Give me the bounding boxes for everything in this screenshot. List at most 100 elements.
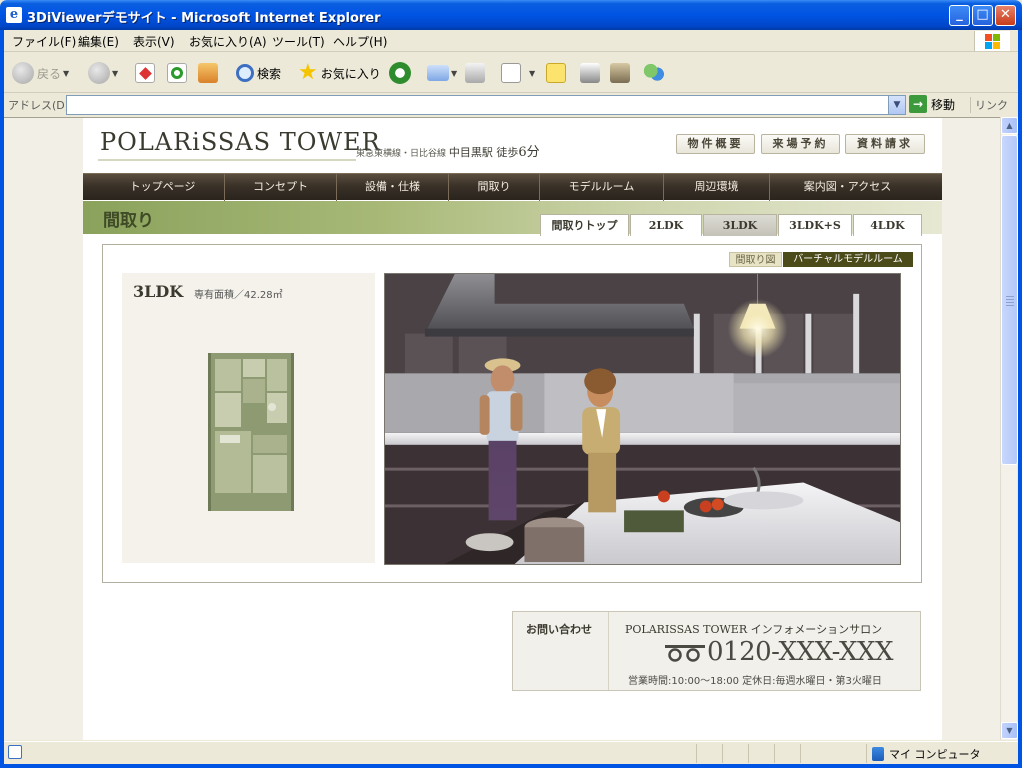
my-computer-icon — [872, 747, 884, 761]
tab-plan-top[interactable]: 間取りトップ — [540, 214, 629, 236]
forward-dropdown-icon[interactable]: ▼ — [112, 69, 118, 78]
menu-tools[interactable]: ツール(T) — [272, 33, 325, 50]
floorplan-tabs: 間取りトップ 2LDK 3LDK 3LDK+S 4LDK — [540, 214, 923, 236]
status-cell-4 — [774, 744, 800, 763]
mail-icon — [427, 65, 449, 81]
access-minutes: 6分 — [518, 145, 540, 160]
search-button[interactable]: 検索 — [236, 61, 281, 85]
minimize-button[interactable]: _ — [949, 5, 970, 26]
go-button[interactable]: → 移動 — [909, 95, 955, 113]
discuss-button[interactable] — [546, 61, 566, 85]
security-zone[interactable]: マイ コンピュータ — [872, 746, 981, 762]
nav-equipment[interactable]: 設備・仕様 — [336, 174, 448, 201]
scroll-up-icon[interactable]: ▲ — [1001, 117, 1018, 134]
contact-name: POLARISSAS TOWER インフォメーションサロン — [625, 623, 883, 636]
search-label: 検索 — [257, 66, 282, 81]
nav-surroundings[interactable]: 周辺環境 — [663, 174, 769, 201]
tab-3ldk[interactable]: 3LDK — [703, 214, 777, 236]
request-materials-button[interactable]: 資料請求 — [845, 134, 925, 154]
nav-access-map[interactable]: 案内図・アクセス — [769, 174, 925, 201]
tab-3ldk-s[interactable]: 3LDK+S — [778, 214, 852, 236]
virtual-model-room-tag[interactable]: バーチャルモデルルーム — [783, 252, 913, 267]
plan-tag[interactable]: 間取り図 — [729, 252, 782, 267]
mail-button[interactable]: ▼ — [427, 61, 457, 85]
menu-favorites[interactable]: お気に入り(A) — [189, 33, 267, 50]
menu-help[interactable]: ヘルプ(H) — [333, 33, 387, 50]
back-dropdown-icon[interactable]: ▼ — [63, 69, 69, 78]
maximize-button[interactable]: □ — [972, 5, 993, 26]
nav-concept[interactable]: コンセプト — [224, 174, 336, 201]
contact-label: お問い合わせ — [526, 623, 592, 636]
scrollbar-thumb[interactable] — [1001, 135, 1018, 465]
address-dropdown-icon[interactable]: ▼ — [888, 96, 905, 114]
edit-dropdown-icon[interactable]: ▼ — [529, 69, 535, 78]
floorplan-content: 間取り図 バーチャルモデルルーム 3LDK 専有面積／42.28㎡ — [102, 244, 922, 583]
mail-dropdown-icon[interactable]: ▼ — [451, 69, 457, 78]
window-frame-bottom — [0, 764, 1022, 768]
go-arrow-icon: → — [909, 95, 927, 113]
messenger-button[interactable] — [643, 61, 665, 85]
phone-number-text: 0120-XXX-XXX — [707, 637, 894, 667]
vertical-scrollbar[interactable]: ▲ ▼ — [1000, 117, 1018, 740]
nav-floor-plans[interactable]: 間取り — [448, 174, 539, 201]
menu-file[interactable]: ファイル(F) — [12, 33, 76, 50]
edit-button[interactable]: ▼ — [501, 61, 535, 85]
word-icon — [501, 63, 521, 83]
section-title: 間取り — [103, 211, 154, 231]
forward-button[interactable]: ▼ — [88, 61, 118, 85]
refresh-button[interactable] — [167, 61, 187, 85]
home-icon — [198, 63, 218, 83]
close-button[interactable]: ✕ — [995, 5, 1016, 26]
tools-button[interactable] — [610, 61, 630, 85]
stop-button[interactable] — [135, 61, 155, 85]
contact-box: お問い合わせ POLARISSAS TOWER インフォメーションサロン FD … — [512, 611, 921, 691]
star-icon: ★ — [298, 60, 318, 85]
section-header: 間取り 間取りトップ 2LDK 3LDK 3LDK+S 4LDK — [83, 201, 942, 236]
logo-underline — [98, 159, 356, 161]
visit-reservation-button[interactable]: 来場予約 — [761, 134, 840, 154]
favorites-button[interactable]: ★ お気に入り — [298, 61, 381, 85]
zone-label: マイ コンピュータ — [889, 748, 981, 761]
ie-logo-icon: e — [6, 7, 22, 23]
research-button[interactable] — [580, 61, 600, 85]
menu-edit[interactable]: 編集(E) — [78, 33, 119, 50]
nav-model-room[interactable]: モデルルーム — [539, 174, 663, 201]
scroll-down-icon[interactable]: ▼ — [1001, 722, 1018, 739]
virtual-model-room-viewer[interactable] — [384, 273, 901, 565]
status-bar: マイ コンピュータ — [4, 741, 1018, 764]
overview-button[interactable]: 物件概要 — [676, 134, 755, 154]
note-icon — [546, 63, 566, 83]
web-page: POLARiSSAS TOWER 東急東横線・日比谷線 中目黒駅 徒歩6分 物件… — [83, 118, 942, 740]
stop-icon — [135, 63, 155, 83]
toolbar: 戻る ▼ ▼ 検索 ★ お気に入り ▼ ▼ — [4, 53, 1018, 93]
site-logo[interactable]: POLARiSSAS TOWER — [100, 128, 381, 156]
history-icon — [389, 62, 411, 84]
refresh-icon — [167, 63, 187, 83]
floorplan-image[interactable] — [208, 353, 294, 511]
tab-2ldk[interactable]: 2LDK — [630, 214, 702, 236]
back-label: 戻る — [37, 66, 62, 81]
phone-number: 0120-XXX-XXX — [663, 637, 894, 667]
print-button[interactable] — [465, 61, 485, 85]
menu-view[interactable]: 表示(V) — [133, 33, 175, 50]
business-hours: 営業時間:10:00〜18:00 定休日:毎週水曜日・第3火曜日 — [628, 676, 882, 687]
links-toolbar[interactable]: リンク — [970, 97, 1008, 113]
messenger-icon — [643, 62, 665, 84]
history-button[interactable] — [389, 61, 411, 85]
tab-4ldk[interactable]: 4LDK — [853, 214, 922, 236]
title-bar[interactable]: e 3DiViewerデモサイト - Microsoft Internet Ex… — [0, 0, 1022, 30]
global-nav: トップページ コンセプト 設備・仕様 間取り モデルルーム 周辺環境 案内図・ア… — [83, 173, 942, 201]
back-button[interactable]: 戻る ▼ — [12, 61, 69, 85]
window-frame-right — [1018, 30, 1022, 768]
address-input[interactable]: ▼ — [66, 95, 906, 115]
nav-top-page[interactable]: トップページ — [101, 174, 224, 201]
status-cell-1 — [696, 744, 722, 763]
home-button[interactable] — [198, 61, 218, 85]
access-info: 東急東横線・日比谷線 中目黒駅 徒歩6分 — [356, 141, 540, 160]
back-arrow-icon — [12, 62, 34, 84]
print-icon — [465, 63, 485, 83]
contact-label-cell: お問い合わせ — [513, 612, 609, 690]
access-line: 東急東横線・日比谷線 — [356, 149, 447, 159]
access-station: 中目黒駅 徒歩 — [448, 146, 519, 159]
page-status-icon — [8, 745, 22, 759]
